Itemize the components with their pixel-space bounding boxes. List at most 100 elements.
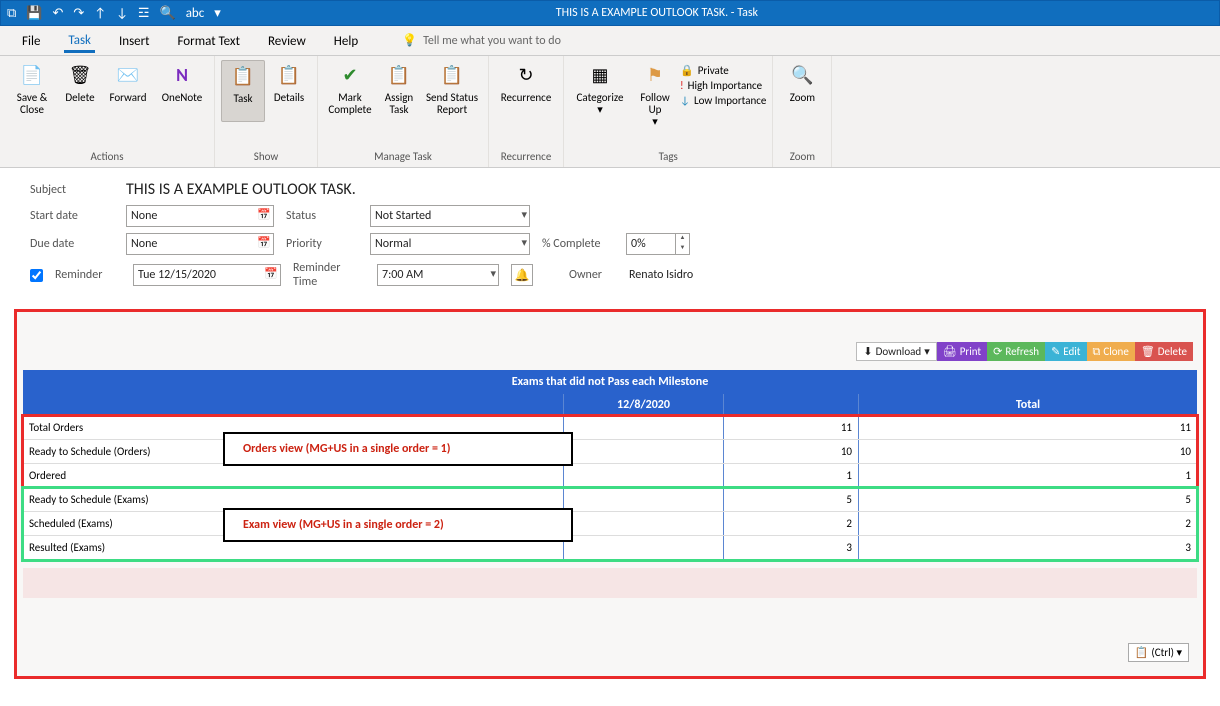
start-date-input[interactable]: None📅: [126, 205, 274, 227]
save-close-icon: 📄: [20, 64, 44, 88]
save-icon[interactable]: 💾: [26, 6, 42, 21]
status-select[interactable]: Not Started▾: [370, 205, 530, 227]
tags-options: 🔒Private !High Importance ↓Low Importanc…: [680, 60, 766, 107]
calendar-icon[interactable]: 📅: [257, 236, 271, 249]
edit-button[interactable]: ✎Edit: [1045, 342, 1086, 361]
tell-me-label: Tell me what you want to do: [423, 34, 561, 48]
list-icon[interactable]: ☲: [138, 6, 150, 21]
calendar-icon[interactable]: 📅: [264, 267, 278, 280]
exams-group: Ready to Schedule (Exams)55 Scheduled (E…: [23, 488, 1197, 560]
recurrence-button[interactable]: ↻Recurrence: [495, 60, 557, 120]
table-row: Ready to Schedule (Orders)1010: [23, 440, 1197, 464]
high-importance-toggle[interactable]: !High Importance: [680, 79, 766, 92]
ribbon-group-tags: ▦Categorize▾ ⚑Follow Up▾ 🔒Private !High …: [564, 56, 773, 167]
ribbon-tabs: File Task Insert Format Text Review Help…: [0, 26, 1220, 56]
table-row: Ready to Schedule (Exams)55: [23, 488, 1197, 512]
forward-icon: ✉️: [116, 64, 140, 88]
clipboard-icon: 📋: [277, 64, 301, 88]
onenote-icon: N: [170, 64, 194, 88]
qat-item-icon[interactable]: ⧉: [7, 6, 16, 21]
clipboard-check-icon: 📋: [231, 65, 255, 89]
zoom-button[interactable]: 🔍Zoom: [779, 60, 825, 120]
undo-icon[interactable]: ↶: [52, 6, 63, 21]
onenote-button[interactable]: NOneNote: [156, 60, 208, 120]
refresh-button[interactable]: ⟳Refresh: [987, 342, 1045, 361]
bulb-icon: 💡: [402, 33, 417, 48]
trash-icon: 🗑: [68, 64, 92, 88]
tab-file[interactable]: File: [18, 30, 44, 51]
task-body: ⬇Download▾ 🖨Print ⟳Refresh ✎Edit ⧉Clone …: [14, 309, 1206, 679]
footer-bar: [23, 568, 1197, 598]
download-icon: ⬇: [863, 345, 872, 358]
down-icon[interactable]: ↓: [116, 6, 128, 21]
delete-button[interactable]: 🗑Delete: [60, 60, 100, 120]
group-label-recurrence: Recurrence: [495, 148, 557, 167]
lock-icon: 🔒: [680, 64, 694, 77]
forward-button[interactable]: ✉️Forward: [102, 60, 154, 120]
task-view-button[interactable]: 📋Task: [221, 60, 265, 122]
low-importance-toggle[interactable]: ↓Low Importance: [680, 94, 766, 107]
redo-icon[interactable]: ↷: [73, 6, 84, 21]
tell-me-search[interactable]: 💡 Tell me what you want to do: [402, 33, 561, 48]
categorize-button[interactable]: ▦Categorize▾: [570, 60, 630, 120]
search-icon[interactable]: 🔍: [160, 6, 176, 21]
subject-value[interactable]: THIS IS A EXAMPLE OUTLOOK TASK.: [126, 180, 356, 199]
check-icon: ✔: [338, 64, 362, 88]
report-title: Exams that did not Pass each Milestone: [23, 370, 1197, 394]
owner-label: Owner: [569, 268, 617, 282]
details-view-button[interactable]: 📋Details: [267, 60, 311, 120]
due-date-input[interactable]: None📅: [126, 233, 274, 255]
chevron-down-icon[interactable]: ▾: [521, 208, 527, 221]
clone-button[interactable]: ⧉Clone: [1087, 342, 1135, 361]
spinner[interactable]: ▲▼: [676, 233, 690, 255]
print-button[interactable]: 🖨Print: [937, 342, 987, 361]
owner-value: Renato Isidro: [629, 268, 693, 282]
reminder-date-input[interactable]: Tue 12/15/2020📅: [133, 264, 281, 286]
trash-icon: 🗑: [1141, 345, 1155, 358]
due-date-label: Due date: [30, 237, 114, 251]
send-status-button[interactable]: 📋Send Status Report: [422, 60, 482, 120]
zoom-icon: 🔍: [790, 64, 814, 88]
save-close-button[interactable]: 📄Save & Close: [6, 60, 58, 120]
task-form: Subject THIS IS A EXAMPLE OUTLOOK TASK. …: [0, 168, 1220, 303]
up-icon[interactable]: ↑: [94, 6, 106, 21]
exclaim-icon: !: [680, 79, 684, 92]
tab-insert[interactable]: Insert: [115, 30, 154, 51]
download-button[interactable]: ⬇Download▾: [856, 342, 936, 361]
ribbon: 📄Save & Close 🗑Delete ✉️Forward NOneNote…: [0, 56, 1220, 168]
report-delete-button[interactable]: 🗑Delete: [1135, 342, 1193, 361]
clone-icon: ⧉: [1093, 345, 1101, 359]
title-bar: ⧉ 💾 ↶ ↷ ↑ ↓ ☲ 🔍 abc ▾ THIS IS A EXAMPLE …: [0, 0, 1220, 26]
chevron-down-icon[interactable]: ▾: [521, 236, 527, 249]
paste-options-button[interactable]: 📋(Ctrl) ▾: [1128, 643, 1189, 662]
reminder-checkbox[interactable]: [30, 269, 43, 282]
assign-task-button[interactable]: 📋Assign Task: [378, 60, 420, 120]
edit-icon: ✎: [1051, 345, 1060, 358]
calendar-icon[interactable]: 📅: [257, 208, 271, 221]
priority-select[interactable]: Normal▾: [370, 233, 530, 255]
chevron-down-icon[interactable]: ▾: [490, 267, 496, 280]
strike-icon[interactable]: abc: [186, 6, 205, 21]
sound-button[interactable]: 🔔: [511, 264, 533, 286]
tab-review[interactable]: Review: [264, 30, 310, 51]
table-header: 12/8/2020 Total: [23, 394, 1197, 416]
orders-group: Total Orders1111 Ready to Schedule (Orde…: [23, 416, 1197, 488]
refresh-icon: ⟳: [993, 345, 1002, 358]
assign-icon: 📋: [387, 64, 411, 88]
tab-task[interactable]: Task: [64, 29, 95, 53]
followup-button[interactable]: ⚑Follow Up▾: [632, 60, 678, 132]
mark-complete-button[interactable]: ✔Mark Complete: [324, 60, 376, 120]
ribbon-group-zoom: 🔍Zoom Zoom: [773, 56, 832, 167]
reminder-time-select[interactable]: 7:00 AM▾: [377, 264, 499, 286]
percent-complete-input[interactable]: 0%: [626, 233, 676, 255]
subject-label: Subject: [30, 183, 114, 197]
tab-format-text[interactable]: Format Text: [174, 30, 244, 51]
table-row: Ordered11: [23, 464, 1197, 488]
private-toggle[interactable]: 🔒Private: [680, 64, 766, 77]
col-total: Total: [858, 394, 1197, 416]
print-icon: 🖨: [943, 345, 957, 358]
col-spacer: [723, 394, 858, 416]
flag-icon: ⚑: [643, 64, 667, 88]
tab-help[interactable]: Help: [330, 30, 362, 51]
group-label-show: Show: [221, 148, 311, 167]
